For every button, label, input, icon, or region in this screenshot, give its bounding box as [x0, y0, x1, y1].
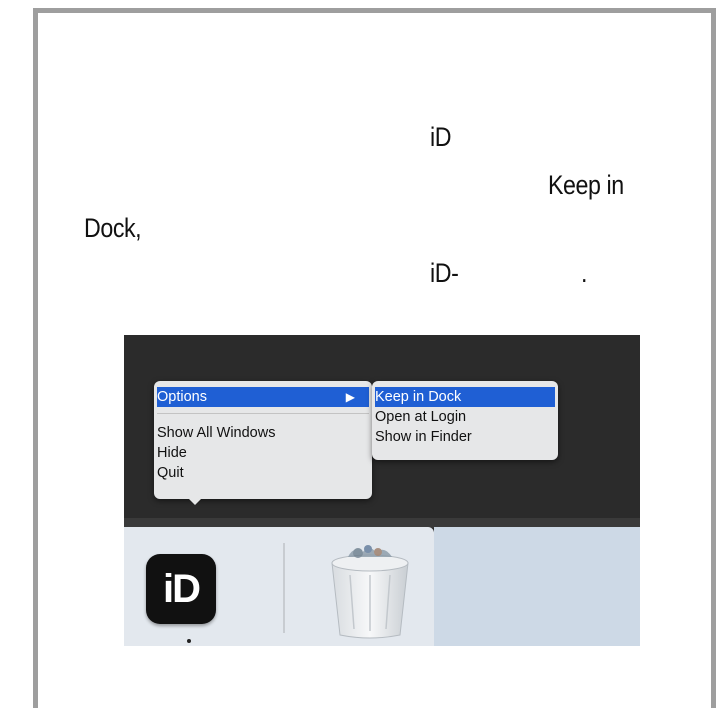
desktop-background: [434, 527, 640, 646]
menu-item-keep-in-dock[interactable]: Keep in Dock: [375, 387, 555, 407]
doc-text-line-1: iD: [430, 122, 452, 152]
menu-pointer: [186, 496, 204, 505]
id-app-icon[interactable]: iD: [146, 554, 216, 624]
options-submenu: Keep in Dock Open at Login Show in Finde…: [372, 381, 558, 460]
menu-item-open-at-login[interactable]: Open at Login: [375, 407, 555, 427]
menu-item-hide[interactable]: Hide: [157, 443, 369, 463]
doc-text-line-4b: .: [581, 258, 588, 288]
running-indicator: [187, 639, 191, 643]
dock: iD: [124, 527, 434, 646]
dock-separator: [283, 543, 285, 633]
menu-item-show-all-windows[interactable]: Show All Windows: [157, 423, 369, 443]
menu-item-show-in-finder-label: Show in Finder: [375, 429, 472, 445]
menu-item-keep-in-dock-label: Keep in Dock: [375, 389, 462, 405]
dock-context-menu: Options ▶ Show All Windows Hide Quit: [154, 381, 372, 499]
menu-separator: [157, 413, 369, 414]
doc-text-line-2: Keep in: [548, 170, 624, 200]
menu-item-options-label: Options: [157, 389, 207, 405]
menu-item-open-at-login-label: Open at Login: [375, 409, 467, 425]
menu-item-show-all-windows-label: Show All Windows: [157, 425, 276, 441]
menu-item-hide-label: Hide: [157, 445, 187, 461]
dock-screenshot: iD Options ▶ Show All Windows Hide Quit …: [124, 335, 640, 646]
menu-item-quit-label: Quit: [157, 465, 184, 481]
doc-text-line-4a: iD-: [430, 258, 459, 288]
trash-icon[interactable]: [322, 535, 418, 641]
menu-item-quit[interactable]: Quit: [157, 463, 369, 483]
doc-text-line-3: Dock,: [84, 213, 142, 243]
submenu-arrow-icon: ▶: [345, 390, 355, 404]
menu-item-show-in-finder[interactable]: Show in Finder: [375, 427, 555, 447]
menu-item-options[interactable]: Options ▶: [157, 387, 369, 407]
